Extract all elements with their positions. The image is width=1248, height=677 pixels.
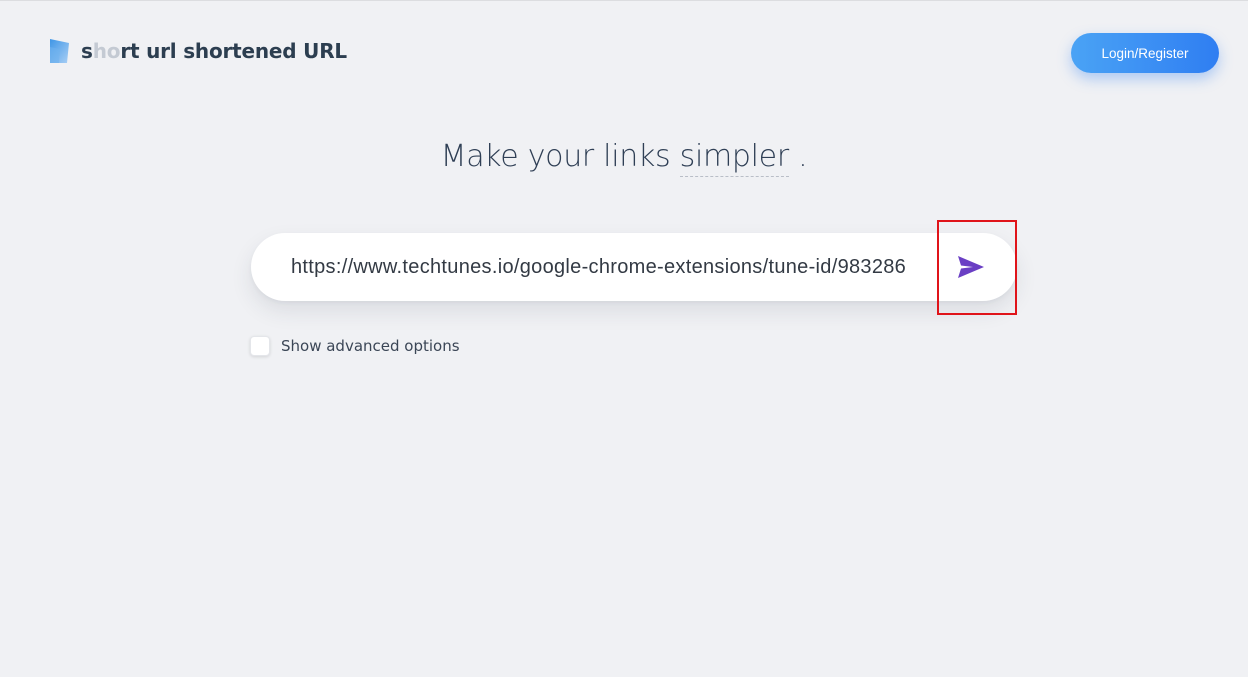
brand-link[interactable]: short url shortened URL bbox=[50, 39, 347, 63]
headline-accent-word: simpler bbox=[679, 139, 789, 177]
headline-end: . bbox=[788, 139, 808, 174]
brand-name: short url shortened URL bbox=[81, 39, 347, 63]
shorten-submit-button[interactable] bbox=[951, 247, 991, 287]
advanced-options-toggle[interactable]: Show advanced options bbox=[250, 336, 460, 356]
url-input[interactable] bbox=[291, 247, 937, 287]
login-register-button[interactable]: Login/Register bbox=[1071, 33, 1219, 73]
brand-name-dim: ho bbox=[92, 39, 121, 63]
page: short url shortened URL Login/Register M… bbox=[0, 0, 1248, 677]
headline-start: Make your links bbox=[440, 139, 680, 174]
advanced-options-checkbox[interactable] bbox=[250, 336, 270, 356]
brand-logo-icon bbox=[50, 39, 69, 63]
brand-name-prefix: s bbox=[81, 39, 93, 63]
advanced-options-label: Show advanced options bbox=[281, 337, 460, 355]
brand-name-rest: rt url shortened URL bbox=[120, 39, 347, 63]
send-icon bbox=[958, 256, 984, 278]
page-headline: Make your links simpler . bbox=[0, 139, 1248, 177]
url-form bbox=[251, 233, 1017, 301]
